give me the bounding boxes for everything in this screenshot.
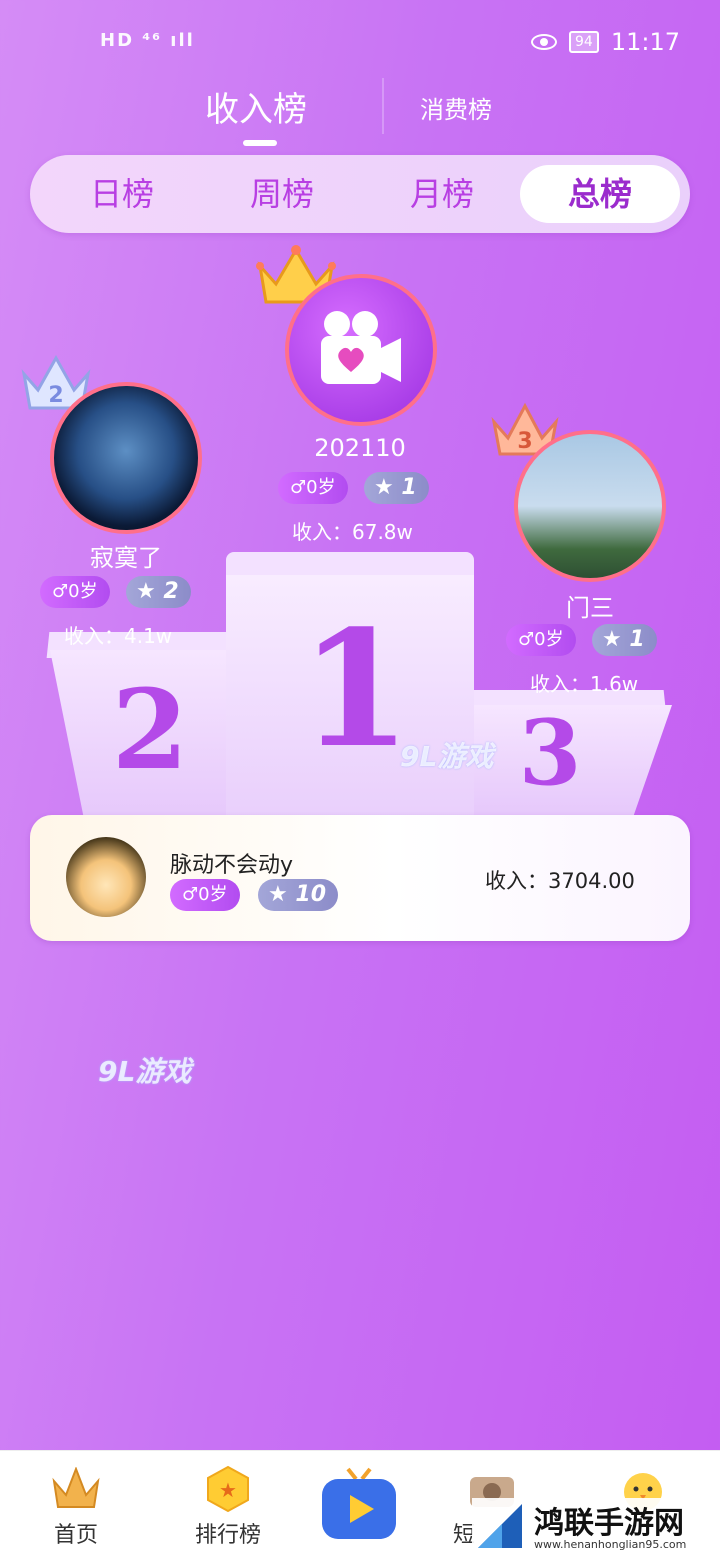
rank-3-age-badge: ♂0岁 [506,624,576,656]
rank-2-name: 寂寞了 [90,544,162,572]
svg-text:★: ★ [219,1478,237,1502]
watermark-site-url: www.henanhonglian95.com [534,1538,687,1551]
tab-total[interactable]: 总榜 [520,165,680,223]
level-value: 2 [163,579,179,604]
nav-home[interactable]: 首页 [4,1451,148,1560]
star-icon: ★ [374,475,402,500]
battery-icon: 94 [569,31,599,53]
tab-monthly[interactable]: 月榜 [362,165,522,223]
avatar[interactable] [285,274,437,426]
nav-ranking[interactable]: ★ 排行榜 [156,1451,300,1560]
watermark-logo-2: 9L游戏 [98,1055,192,1088]
tab-income[interactable]: 收入榜 [205,82,307,131]
star-icon: ★ [268,882,296,907]
tv-play-icon [322,1467,396,1539]
status-bar: HD ⁴⁶ ıll 94 11:17 [0,0,720,84]
rank-1-level-badge: ★ 1 [364,472,429,504]
video-camera-icon [321,311,401,384]
rank-2-level-badge: ★ 2 [126,576,191,608]
avatar[interactable] [66,837,146,917]
period-tabs: 日榜 周榜 月榜 总榜 [30,155,690,233]
nav-ranking-label: 排行榜 [194,1523,261,1548]
crown-home-icon [52,1467,100,1508]
watermark-logo: 9L游戏 [400,740,494,773]
clock: 11:17 [610,28,680,56]
tab-divider [382,78,384,134]
watermark-site-name: 鸿联手游网 [534,1506,684,1541]
svg-text:2: 2 [48,383,63,408]
podium-3-number: 3 [518,700,582,806]
list-item-age-badge: ♂0岁 [170,879,240,911]
status-right: 94 11:17 [531,28,680,56]
active-tab-indicator [243,140,277,146]
list-item-name: 脉动不会动y [170,853,294,878]
list-item-income: 收入：3704.00 [485,869,635,893]
ranking-badge-icon: ★ [207,1465,249,1513]
tab-weekly[interactable]: 周榜 [202,165,362,223]
avatar[interactable] [50,382,202,534]
rank-2-age-badge: ♂0岁 [40,576,110,608]
rank-1-age-badge: ♂0岁 [278,472,348,504]
top-tabs: 收入榜 消费榜 [0,78,720,148]
list-item[interactable]: 脉动不会动y ♂0岁 ★ 10 收入：3704.00 [30,815,690,941]
rank-3-name: 门三 [566,594,614,622]
list-item-level-badge: ★ 10 [258,879,339,911]
podium-2-number: 2 [111,665,189,794]
eye-icon [531,34,557,50]
rank-3-income: 收入：1.6w [530,672,639,696]
star-icon: ★ [136,579,164,604]
level-value: 1 [401,475,417,500]
svg-text:3: 3 [517,429,532,454]
signal-indicators: HD ⁴⁶ ıll [100,30,195,51]
level-value: 1 [629,627,645,652]
rank-1-income: 收入：67.8w [292,520,413,544]
rank-3-level-badge: ★ 1 [592,624,657,656]
tab-spend[interactable]: 消费榜 [420,90,492,125]
avatar[interactable] [514,430,666,582]
site-watermark: 鸿联手游网 www.henanhonglian95.com [472,1498,712,1554]
podium-1-number: 1 [300,595,412,783]
nav-home-label: 首页 [53,1523,98,1548]
star-icon: ★ [602,627,630,652]
watermark-logo-icon [478,1504,522,1548]
rank-1-name: 202110 [314,434,406,462]
level-value: 10 [295,882,327,907]
tab-daily[interactable]: 日榜 [42,165,202,223]
rank-2-income: 收入：4.1w [64,624,173,648]
